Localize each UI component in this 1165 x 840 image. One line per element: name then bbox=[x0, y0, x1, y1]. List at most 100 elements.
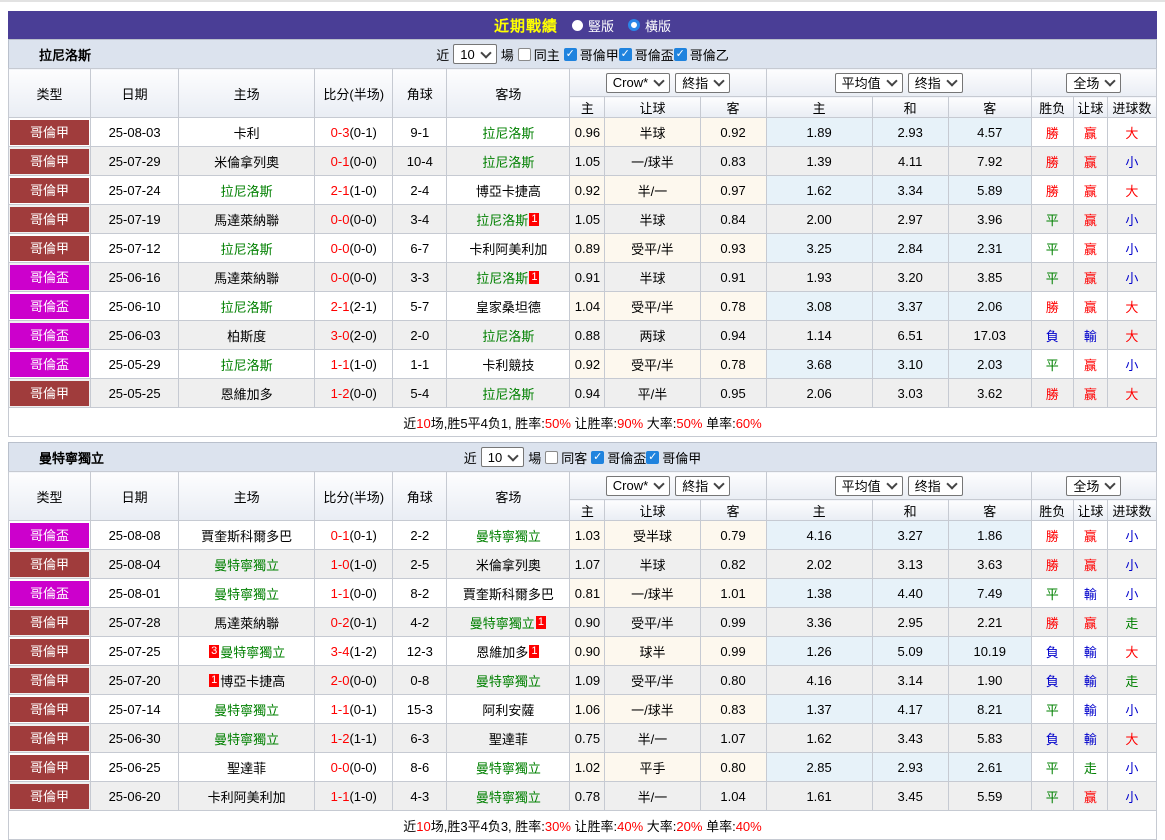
score-cell: 2-1(1-0) bbox=[314, 175, 394, 205]
result-wdl-cell: 平 bbox=[1030, 578, 1074, 608]
avg-odds-select[interactable]: 平均值 bbox=[834, 72, 903, 93]
odds-stage-select[interactable]: 終指 bbox=[675, 475, 731, 496]
checkbox-icon: ✓ bbox=[646, 450, 660, 464]
avg-away-cell: 5.59 bbox=[947, 781, 1032, 811]
avg-home-cell: 2.02 bbox=[765, 549, 873, 579]
browser-top-strip bbox=[0, 0, 1165, 11]
odds-home-cell: 1.06 bbox=[569, 694, 606, 724]
layout-radio-option[interactable]: 橫版 bbox=[628, 16, 671, 35]
score-fulltime: 3-4 bbox=[330, 643, 350, 659]
odds-stage-select[interactable]: 終指 bbox=[675, 72, 731, 93]
home-team-cell: 1 博亞卡捷高 bbox=[178, 665, 316, 695]
odds-away-cell: 0.83 bbox=[699, 694, 767, 724]
avg-home-cell: 3.08 bbox=[765, 291, 873, 321]
avg-away-cell: 2.31 bbox=[947, 233, 1032, 263]
odds-home-cell: 0.91 bbox=[569, 262, 606, 292]
team-name: 卡利競技 bbox=[482, 357, 535, 373]
recent-matches-table: 类型 日期 主场 比分(半场) 角球 客场 Crow* 終指 平均值 终指 全场… bbox=[7, 68, 1158, 437]
checkbox-icon bbox=[545, 450, 559, 464]
checkbox-icon: ✓ bbox=[563, 47, 577, 61]
corner-cell: 4-3 bbox=[392, 781, 448, 811]
scope-select[interactable]: 全场 bbox=[1066, 72, 1122, 93]
layout-radio-option[interactable]: 豎版 bbox=[571, 16, 614, 35]
match-row: 哥倫甲 25-06-20 卡利阿美利加 1-1(1-0) 4-3 曼特寧獨立 0.78 半/一… bbox=[7, 781, 1158, 811]
handicap-cell: 一/球半 bbox=[604, 578, 701, 608]
avg-draw-cell: 3.45 bbox=[871, 781, 949, 811]
avg-home-cell: 1.62 bbox=[765, 175, 873, 205]
score-halftime: (0-0) bbox=[349, 385, 377, 401]
date-cell: 25-05-29 bbox=[90, 349, 180, 379]
team-name: 卡利 bbox=[233, 125, 260, 141]
odds-home-cell: 0.90 bbox=[569, 636, 606, 666]
col-type: 类型 bbox=[7, 471, 92, 521]
odds-away-cell: 0.91 bbox=[699, 262, 767, 292]
away-team-cell: 皇家桑坦德 bbox=[446, 291, 571, 321]
league-filter-checkbox[interactable]: ✓ 哥倫盃 bbox=[618, 45, 674, 64]
score-halftime: (0-1) bbox=[349, 614, 377, 630]
away-team-cell: 拉尼洛斯 1 bbox=[446, 262, 571, 292]
date-cell: 25-07-28 bbox=[90, 607, 180, 637]
league-label: 哥倫盃 bbox=[10, 522, 90, 548]
corner-cell: 5-7 bbox=[392, 291, 448, 321]
layout-radio-group: 豎版 橫版 bbox=[571, 16, 671, 35]
checkbox-icon: ✓ bbox=[618, 47, 632, 61]
league-filter-checkbox[interactable]: ✓ 哥倫甲 bbox=[563, 45, 619, 64]
league-filter-group: ✓ 哥倫盃 ✓ 哥倫甲 bbox=[591, 448, 701, 467]
chevron-down-icon bbox=[1104, 75, 1117, 87]
result-handicap-cell: 赢 bbox=[1072, 520, 1108, 550]
odds-home-cell: 1.09 bbox=[569, 665, 606, 695]
match-row: 哥倫甲 25-07-25 3 曼特寧獨立 3-4(1-2) 12-3 恩維加多 1 0.90 球半… bbox=[7, 636, 1158, 666]
result-handicap-cell: 輸 bbox=[1072, 694, 1108, 724]
avg-draw-cell: 3.37 bbox=[871, 291, 949, 321]
avg-draw-cell: 3.34 bbox=[871, 175, 949, 205]
avg-stage-select[interactable]: 终指 bbox=[907, 475, 963, 496]
score-cell: 0-1(0-1) bbox=[314, 520, 394, 550]
odds-company-select[interactable]: Crow* bbox=[605, 475, 671, 496]
games-label: 場 bbox=[500, 47, 514, 63]
avg-odds-select[interactable]: 平均值 bbox=[834, 475, 903, 496]
match-row: 哥倫甲 25-07-19 馬達萊納聯 0-0(0-0) 3-4 拉尼洛斯 1 1.05 半球 0.… bbox=[7, 204, 1158, 234]
scope-select[interactable]: 全场 bbox=[1066, 475, 1122, 496]
odds-away-cell: 0.83 bbox=[699, 146, 767, 176]
league-cell: 哥倫甲 bbox=[7, 781, 92, 811]
avg-home-cell: 1.61 bbox=[765, 781, 873, 811]
league-filter-label: 哥倫甲 bbox=[662, 450, 702, 466]
date-cell: 25-07-19 bbox=[90, 204, 180, 234]
league-cell: 哥倫盃 bbox=[7, 520, 92, 550]
score-fulltime: 1-1 bbox=[330, 585, 350, 601]
summary-text-segment: 60% bbox=[735, 415, 762, 431]
odds-home-cell: 0.92 bbox=[569, 349, 606, 379]
avg-draw-cell: 2.97 bbox=[871, 204, 949, 234]
chevron-down-icon bbox=[886, 478, 898, 490]
league-filter-checkbox[interactable]: ✓ 哥倫甲 bbox=[646, 448, 701, 467]
odds-home-cell: 1.05 bbox=[569, 204, 606, 234]
away-team-cell: 曼特寧獨立 bbox=[446, 781, 571, 811]
team-name: 拉尼洛斯 bbox=[482, 125, 535, 141]
sub-col-odds-away: 客 bbox=[699, 96, 767, 118]
league-cell: 哥倫甲 bbox=[7, 723, 92, 753]
same-venue-checkbox[interactable]: 同主 bbox=[517, 45, 560, 64]
same-venue-checkbox[interactable]: 同客 bbox=[545, 448, 587, 467]
team-name: 阿利安薩 bbox=[482, 702, 535, 718]
recent-count-select[interactable]: 10 bbox=[453, 44, 497, 64]
team-name: 拉尼洛斯 bbox=[476, 212, 529, 228]
odds-away-cell: 0.92 bbox=[699, 117, 767, 147]
score-cell: 0-0(0-0) bbox=[314, 233, 394, 263]
league-cell: 哥倫盃 bbox=[7, 262, 92, 292]
odds-stage-value: 終指 bbox=[682, 76, 709, 91]
red-card-badge: 3 bbox=[209, 644, 220, 658]
score-halftime: (0-1) bbox=[349, 701, 377, 717]
league-filter-checkbox[interactable]: ✓ 哥倫盃 bbox=[591, 448, 646, 467]
radio-label: 橫版 bbox=[645, 18, 672, 34]
home-team-cell: 曼特寧獨立 bbox=[178, 694, 316, 724]
corner-cell: 8-6 bbox=[392, 752, 448, 782]
league-filter-checkbox[interactable]: ✓ 哥倫乙 bbox=[673, 45, 729, 64]
recent-count-select[interactable]: 10 bbox=[480, 447, 525, 467]
team-name: 賈奎斯科爾多巴 bbox=[462, 586, 554, 602]
avg-stage-select[interactable]: 终指 bbox=[907, 72, 963, 93]
match-row: 哥倫盃 25-05-29 拉尼洛斯 1-1(1-0) 1-1 卡利競技 0.92 受平/半 0.… bbox=[7, 349, 1158, 379]
avg-home-cell: 2.85 bbox=[765, 752, 873, 782]
summary-row: 近10场,胜3平4负3, 胜率:30% 让胜率:40% 大率:20% 单率:40… bbox=[8, 810, 1157, 840]
odds-company-select[interactable]: Crow* bbox=[605, 72, 671, 93]
team-name: 博亞卡捷高 bbox=[475, 183, 541, 199]
